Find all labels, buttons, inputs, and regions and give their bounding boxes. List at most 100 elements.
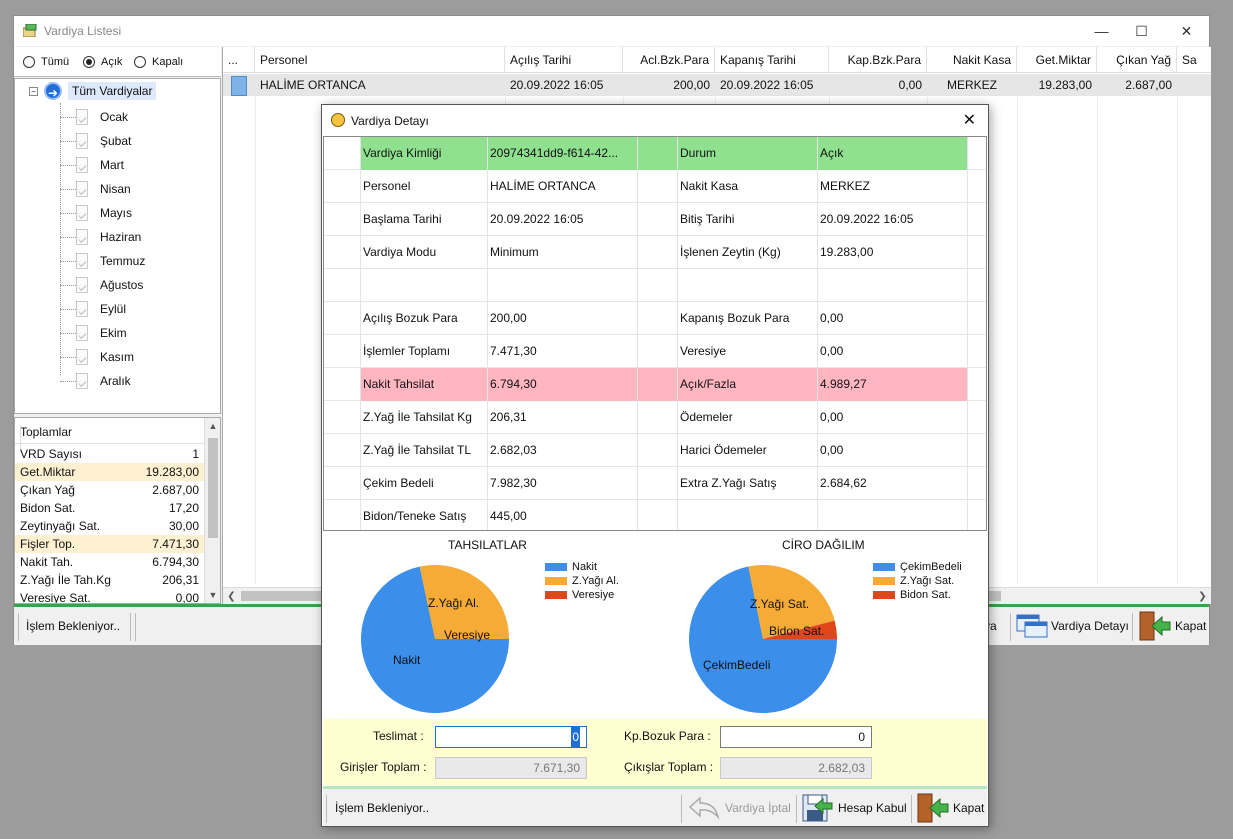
filter-all-radio[interactable]: Tümü (23, 56, 69, 68)
detail-value: Açık (820, 146, 844, 160)
totals-row: Çıkan Yağ 2.687,00 (20, 483, 199, 497)
totals-row: Veresiye Sat. 0,00 (20, 591, 199, 604)
radio-circle-icon (134, 56, 146, 68)
pie-chart-tahsilatlar: Nakit Z.Yağı Al. Veresiye (361, 565, 509, 713)
detail-row (324, 269, 986, 302)
tree-item-month[interactable]: Aralık (60, 369, 131, 393)
coin-bag-icon (331, 113, 345, 127)
accept-account-button[interactable]: Hesap Kabul (801, 793, 907, 823)
delivery-form: Teslimat : 0 Kp.Bozuk Para : 0 Girişler … (323, 719, 987, 785)
grid-header: ... Personel Açılış Tarihi Acl.Bzk.Para … (223, 47, 1211, 73)
tree-item-month[interactable]: Haziran (60, 225, 141, 249)
maximize-button[interactable]: ☐ (1119, 16, 1164, 46)
totals-row: Fişler Top. 7.471,30 (15, 535, 205, 553)
scroll-thumb[interactable] (208, 438, 218, 538)
tree-item-month[interactable]: Şubat (60, 129, 131, 153)
grid-cell: 0,00 (898, 78, 922, 92)
detail-value: 7.471,30 (490, 344, 537, 358)
tree-item-month[interactable]: Ocak (60, 105, 128, 129)
totals-row: Z.Yağı İle Tah.Kg 206,31 (20, 573, 199, 587)
grid-header-cell[interactable]: ... (223, 47, 255, 73)
collapse-icon[interactable]: − (29, 86, 38, 96)
detail-label: Açık/Fazla (680, 377, 737, 391)
checkbox-icon (76, 205, 88, 221)
grid-cell: 20.09.2022 16:05 (720, 78, 814, 92)
cikislar-field: 2.682,03 (720, 757, 872, 779)
exit-door-icon (917, 793, 949, 823)
legend-item: Z.Yağı Sat. (873, 575, 954, 587)
window-title: Vardiya Listesi (44, 24, 122, 38)
detail-value (817, 500, 967, 530)
cancel-shift-button[interactable]: Vardiya İptal (687, 793, 791, 823)
detail-label: Nakit Kasa (680, 179, 739, 193)
grid-header-cell[interactable]: Kapanış Tarihi (715, 47, 829, 73)
tree-item-month[interactable]: Mayıs (60, 201, 132, 225)
detail-value: 0,00 (820, 344, 844, 358)
chart-title-ciro: CİRO DAĞILIM (782, 538, 865, 552)
grid-header-cell[interactable]: Kap.Bzk.Para (829, 47, 927, 73)
tree-item-month[interactable]: Ağustos (60, 273, 143, 297)
tree-item-month[interactable]: Mart (60, 153, 124, 177)
checkbox-icon (76, 325, 88, 341)
tree-root[interactable]: − ➜ Tüm Vardiyalar (29, 82, 157, 100)
tree-item-month[interactable]: Temmuz (60, 249, 145, 273)
chart-title-tahsilatlar: TAHSILATLAR (448, 538, 527, 552)
totals-scrollbar[interactable]: ▲ ▼ (204, 418, 220, 603)
legend-item: ÇekimBedeli (873, 561, 962, 573)
scroll-down-icon[interactable]: ▼ (205, 587, 220, 603)
grid-header-cell[interactable]: Sa (1177, 47, 1211, 73)
tree-item-month[interactable]: Nisan (60, 177, 131, 201)
windows-icon (1016, 614, 1048, 638)
exit-door-icon (1139, 611, 1171, 641)
detail-row: Başlama Tarihi 20.09.2022 16:05 Bitiş Tari… (324, 203, 986, 236)
undo-arrow-icon (688, 796, 720, 820)
grid-header-cell[interactable]: Personel (255, 47, 505, 73)
detail-label: Harici Ödemeler (680, 443, 767, 457)
scroll-up-icon[interactable]: ▲ (205, 418, 220, 434)
grid-header-cell[interactable]: Acl.Bzk.Para (623, 47, 715, 73)
legend-item: Z.Yağı Al. (545, 575, 619, 587)
minimize-button[interactable]: — (1079, 16, 1124, 46)
grid-header-cell[interactable]: Get.Miktar (1017, 47, 1097, 73)
tree-item-month[interactable]: Kasım (60, 345, 134, 369)
month-tree: − ➜ Tüm Vardiyalar Ocak Şubat Mart Nisan… (14, 78, 221, 414)
detail-label: Z.Yağ İle Tahsilat TL (363, 443, 472, 457)
checkbox-icon (76, 253, 88, 269)
pie-chart-ciro: ÇekimBedeli Z.Yağı Sat. Bidon Sat. (689, 565, 837, 713)
filter-closed-radio[interactable]: Kapalı (134, 56, 183, 68)
kp-bozuk-input[interactable]: 0 (720, 726, 872, 748)
close-icon[interactable]: ✕ (963, 110, 976, 130)
detail-label: Vardiya Modu (363, 245, 437, 259)
grid-cell: HALİME ORTANCA (260, 78, 366, 92)
filter-bar: Tümü Açık Kapalı (14, 47, 221, 77)
detail-label (677, 500, 817, 530)
tree-item-month[interactable]: Eylül (60, 297, 126, 321)
filter-open-radio[interactable]: Açık (83, 56, 122, 68)
grid-cell: 20.09.2022 16:05 (510, 78, 604, 92)
close-window-button[interactable]: ✕ (1164, 16, 1209, 46)
detail-row: Açılış Bozuk Para 200,00 Kapanış Bozuk Par… (324, 302, 986, 335)
table-row[interactable]: HALİME ORTANCA 20.09.2022 16:05 200,00 2… (223, 74, 1211, 96)
detail-value: 6.794,30 (490, 377, 537, 391)
detail-row: Personel HALİME ORTANCA Nakit Kasa MERKEZ (324, 170, 986, 203)
detail-value: 4.989,27 (820, 377, 867, 391)
checkbox-icon (76, 373, 88, 389)
checkbox-icon (76, 349, 88, 365)
pie-slice-label: Z.Yağı Al. (428, 596, 479, 610)
scroll-right-icon[interactable]: ❯ (1194, 588, 1211, 604)
tree-item-month[interactable]: Ekim (60, 321, 127, 345)
app-icon (23, 24, 37, 37)
grid-header-cell[interactable]: Açılış Tarihi (505, 47, 623, 73)
grid-header-cell[interactable]: Çıkan Yağ (1097, 47, 1177, 73)
detail-value (817, 269, 967, 302)
shift-detail-button[interactable]: Vardiya Detayı (1016, 611, 1129, 641)
checkbox-icon (76, 229, 88, 245)
status-text: İşlem Bekleniyor.. (335, 801, 430, 815)
grid-header-cell[interactable]: Nakit Kasa (927, 47, 1017, 73)
save-disk-icon (802, 794, 833, 822)
dialog-close-button[interactable]: Kapat (916, 793, 984, 823)
close-button[interactable]: Kapat (1138, 611, 1206, 641)
teslimat-input[interactable]: 0 (435, 726, 587, 748)
scroll-left-icon[interactable]: ❮ (223, 588, 240, 604)
pie-slice-label: Z.Yağı Sat. (750, 597, 809, 611)
